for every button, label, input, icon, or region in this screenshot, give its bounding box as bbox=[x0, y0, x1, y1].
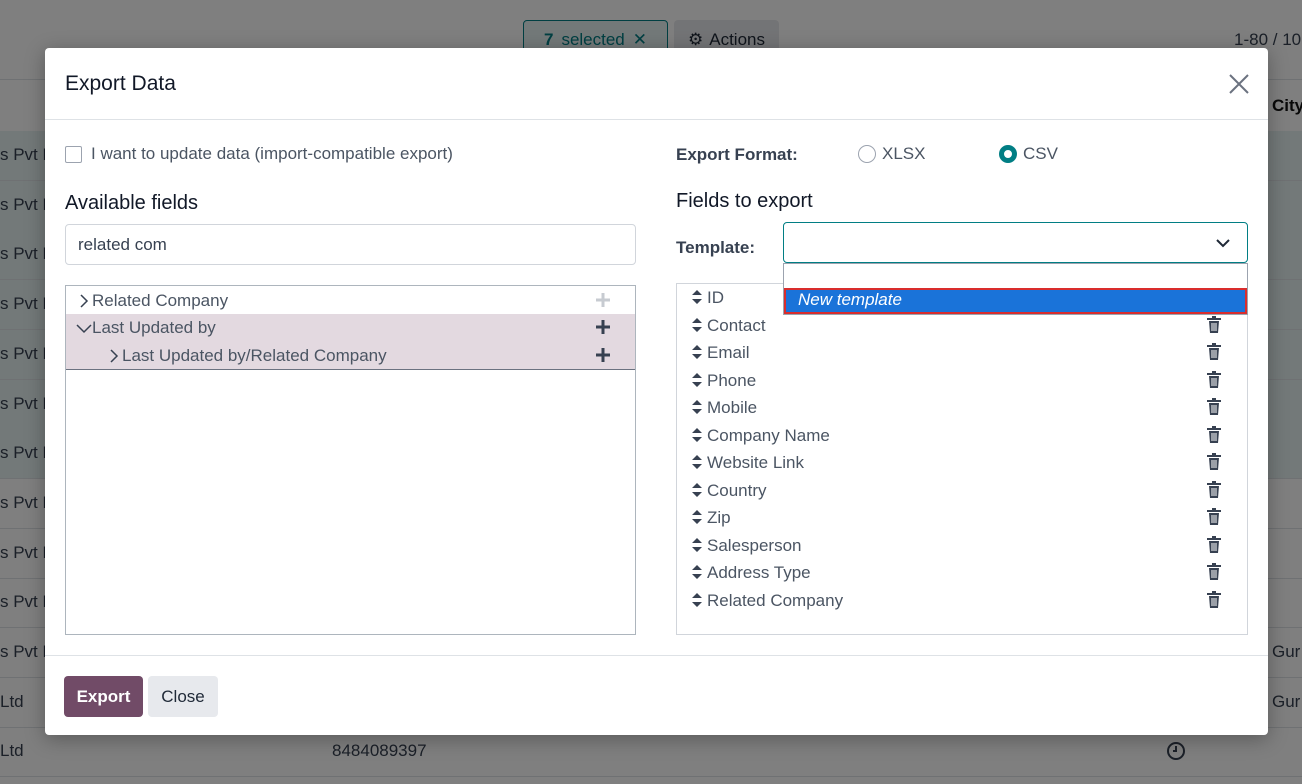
close-icon[interactable] bbox=[1227, 72, 1251, 96]
template-option-new-template[interactable]: New template bbox=[784, 288, 1247, 314]
trash-icon[interactable] bbox=[1206, 563, 1222, 581]
sort-handle-icon[interactable] bbox=[691, 537, 703, 553]
export-format-row: Export Format: XLSX CSV bbox=[676, 144, 1248, 166]
export-field-row[interactable]: Related Company bbox=[677, 588, 1247, 615]
export-field-row[interactable]: Contact bbox=[677, 313, 1247, 340]
sort-handle-icon[interactable] bbox=[691, 509, 703, 525]
template-label: Template: bbox=[676, 238, 756, 257]
format-label-csv: CSV bbox=[1023, 144, 1058, 163]
export-field-label: Phone bbox=[707, 370, 757, 390]
export-field-label: Mobile bbox=[707, 398, 758, 417]
export-field-label: Country bbox=[707, 480, 767, 500]
tree-item-label: Last Updated by bbox=[92, 318, 216, 337]
trash-icon[interactable] bbox=[1206, 508, 1222, 526]
export-field-label: Zip bbox=[707, 508, 731, 527]
trash-icon[interactable] bbox=[1206, 315, 1222, 334]
template-dropdown: New template bbox=[783, 263, 1248, 315]
export-field-row[interactable]: Company Name bbox=[677, 423, 1247, 450]
export-fields-list: ID Contact Email Phone Mobile Company Name Web… bbox=[676, 283, 1248, 635]
trash-icon[interactable] bbox=[1206, 453, 1222, 471]
available-fields-tree: Related Company Last Updated by Last Upd… bbox=[65, 285, 636, 635]
import-compatible-checkbox[interactable] bbox=[65, 145, 82, 163]
trash-icon[interactable] bbox=[1206, 398, 1222, 416]
chevron-down-icon bbox=[1216, 239, 1230, 248]
add-field-icon[interactable] bbox=[595, 292, 611, 308]
export-button[interactable]: Export bbox=[64, 676, 143, 717]
add-field-icon[interactable] bbox=[595, 347, 611, 363]
format-option-xlsx[interactable]: XLSX bbox=[858, 144, 925, 164]
chevron-right-icon[interactable] bbox=[78, 294, 90, 308]
format-option-csv[interactable]: CSV bbox=[999, 144, 1058, 164]
field-search-input[interactable]: related com bbox=[65, 224, 636, 265]
import-compatible-label: I want to update data (import-compatible… bbox=[91, 144, 453, 163]
tree-item-label: Related Company bbox=[92, 291, 229, 310]
trash-icon[interactable] bbox=[1206, 590, 1222, 609]
radio-xlsx[interactable] bbox=[858, 145, 876, 163]
trash-icon[interactable] bbox=[1206, 343, 1222, 361]
trash-icon[interactable] bbox=[1206, 370, 1222, 389]
export-format-label: Export Format: bbox=[676, 145, 798, 164]
sort-handle-icon[interactable] bbox=[691, 454, 703, 470]
sort-handle-icon[interactable] bbox=[691, 482, 703, 498]
radio-csv[interactable] bbox=[999, 145, 1017, 163]
sort-handle-icon[interactable] bbox=[691, 427, 703, 443]
chevron-down-icon[interactable] bbox=[76, 321, 92, 335]
add-field-icon[interactable] bbox=[595, 319, 611, 335]
export-field-label: Website Link bbox=[707, 453, 805, 472]
fields-to-export-title: Fields to export bbox=[676, 190, 813, 212]
export-field-row[interactable]: Mobile bbox=[677, 395, 1247, 422]
modal-title: Export Data bbox=[65, 72, 176, 95]
export-field-label: Company Name bbox=[707, 425, 830, 445]
trash-icon[interactable] bbox=[1206, 480, 1222, 499]
export-field-label: ID bbox=[707, 288, 724, 307]
export-field-row[interactable]: Salesperson bbox=[677, 533, 1247, 560]
tree-item-last-updated-by-related-company[interactable]: Last Updated by/Related Company bbox=[66, 342, 635, 370]
sort-handle-icon[interactable] bbox=[691, 317, 703, 333]
export-field-label: Related Company bbox=[707, 590, 844, 610]
export-data-dialog: Export Data I want to update data (impor… bbox=[45, 48, 1268, 735]
format-label-xlsx: XLSX bbox=[882, 144, 926, 163]
close-button[interactable]: Close bbox=[148, 676, 218, 717]
export-field-label: Contact bbox=[707, 315, 766, 335]
modal-header: Export Data bbox=[45, 48, 1268, 120]
sort-handle-icon[interactable] bbox=[691, 372, 703, 388]
template-select[interactable] bbox=[783, 222, 1248, 263]
sort-handle-icon[interactable] bbox=[691, 564, 703, 580]
modal-footer: Export Close bbox=[45, 655, 1268, 735]
tree-item-last-updated-by[interactable]: Last Updated by bbox=[66, 314, 635, 342]
chevron-right-icon[interactable] bbox=[108, 349, 120, 363]
export-field-row[interactable]: Address Type bbox=[677, 560, 1247, 587]
tree-divider bbox=[66, 369, 635, 370]
export-field-label: Salesperson bbox=[707, 535, 802, 555]
export-field-row[interactable]: Country bbox=[677, 478, 1247, 505]
trash-icon[interactable] bbox=[1206, 535, 1222, 554]
import-compatible-option[interactable]: I want to update data (import-compatible… bbox=[65, 144, 453, 164]
export-field-label: Email bbox=[707, 343, 750, 362]
export-field-row[interactable]: Phone bbox=[677, 368, 1247, 395]
export-field-row[interactable]: Website Link bbox=[677, 450, 1247, 477]
tree-item-label: Last Updated by/Related Company bbox=[122, 346, 387, 365]
sort-handle-icon[interactable] bbox=[691, 344, 703, 360]
sort-handle-icon[interactable] bbox=[691, 399, 703, 415]
sort-handle-icon[interactable] bbox=[691, 592, 703, 608]
available-fields-title: Available fields bbox=[65, 192, 199, 214]
export-field-row[interactable]: Zip bbox=[677, 505, 1247, 532]
export-field-label: Address Type bbox=[707, 563, 811, 582]
tree-item-related-company[interactable]: Related Company bbox=[66, 287, 635, 315]
trash-icon[interactable] bbox=[1206, 425, 1222, 444]
export-field-row[interactable]: Email bbox=[677, 340, 1247, 367]
template-option-empty[interactable] bbox=[784, 264, 1247, 286]
sort-handle-icon[interactable] bbox=[691, 289, 703, 305]
